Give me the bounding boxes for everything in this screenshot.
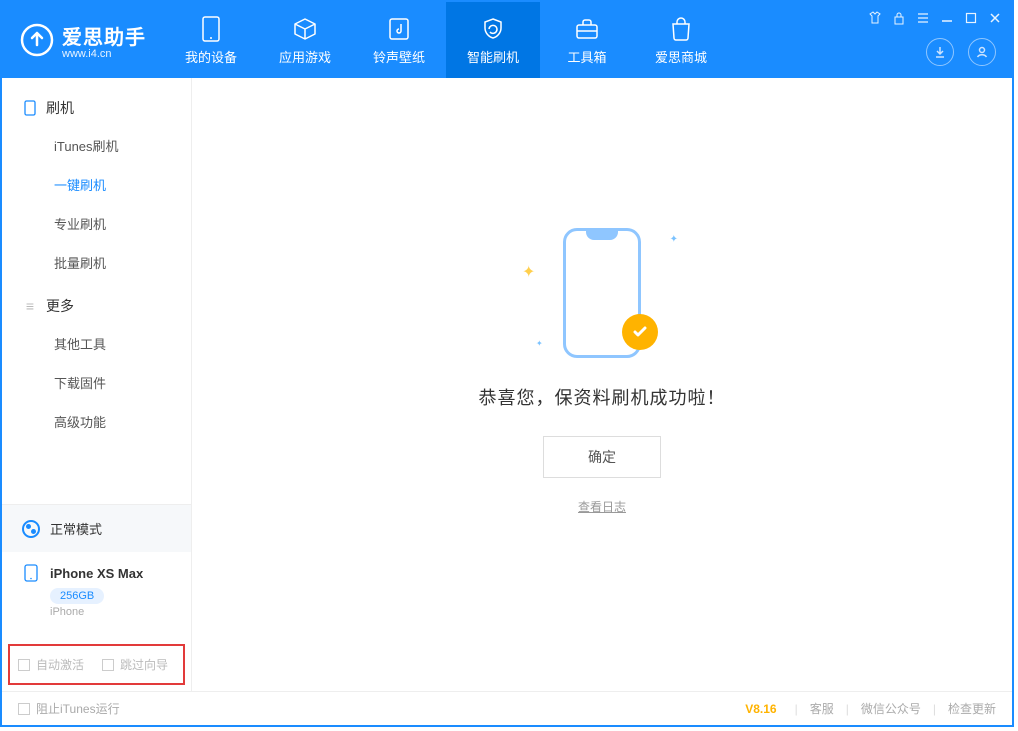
separator: | bbox=[795, 702, 798, 716]
success-text: 恭喜您，保资料刷机成功啦！ bbox=[479, 384, 726, 410]
app-title: 爱思助手 bbox=[62, 21, 146, 50]
tab-label: 爱思商城 bbox=[655, 47, 707, 66]
tab-label: 铃声壁纸 bbox=[373, 47, 425, 66]
tab-my-device[interactable]: 我的设备 bbox=[164, 2, 258, 78]
cube-icon bbox=[293, 15, 317, 43]
device-type: iPhone bbox=[50, 606, 171, 618]
footer-link-support[interactable]: 客服 bbox=[810, 700, 834, 717]
minimize-icon[interactable] bbox=[940, 11, 954, 25]
checkbox-skip-guide[interactable]: 跳过向导 bbox=[102, 656, 168, 673]
checkbox-icon bbox=[18, 659, 30, 671]
header-actions bbox=[926, 38, 996, 66]
header-tabs: 我的设备 应用游戏 铃声壁纸 智能刷机 工具箱 爱思商城 bbox=[164, 2, 728, 78]
device-icon bbox=[202, 15, 220, 43]
sparkle-icon: ✦ bbox=[536, 339, 543, 348]
main-content: ✦ ✦ ✦ 恭喜您，保资料刷机成功啦！ 确定 查看日志 bbox=[192, 78, 1012, 691]
tab-store[interactable]: 爱思商城 bbox=[634, 2, 728, 78]
sidebar-bottom: 正常模式 iPhone XS Max 256GB iPhone 自动激活 跳过向… bbox=[2, 504, 191, 691]
sidebar-item-pro-flash[interactable]: 专业刷机 bbox=[2, 204, 191, 243]
device-row[interactable]: iPhone XS Max 256GB iPhone bbox=[2, 552, 191, 628]
header-right bbox=[868, 2, 1012, 78]
music-file-icon bbox=[388, 15, 410, 43]
device-capacity: 256GB bbox=[50, 588, 104, 604]
separator: | bbox=[933, 702, 936, 716]
sidebar-item-download-firmware[interactable]: 下载固件 bbox=[2, 363, 191, 402]
checkbox-label: 自动激活 bbox=[36, 656, 84, 673]
logo-icon bbox=[20, 23, 54, 57]
app-subtitle: www.i4.cn bbox=[62, 48, 146, 60]
user-icon[interactable] bbox=[968, 38, 996, 66]
mode-row[interactable]: 正常模式 bbox=[2, 505, 191, 552]
maximize-icon[interactable] bbox=[964, 11, 978, 25]
checkbox-block-itunes[interactable]: 阻止iTunes运行 bbox=[18, 700, 120, 717]
logo: 爱思助手 www.i4.cn bbox=[2, 2, 164, 78]
sidebar-group-flash: 刷机 bbox=[2, 84, 191, 126]
sidebar-item-other-tools[interactable]: 其他工具 bbox=[2, 324, 191, 363]
toolbox-icon bbox=[575, 15, 599, 43]
app-window: 爱思助手 www.i4.cn 我的设备 应用游戏 铃声壁纸 智能刷机 bbox=[0, 0, 1014, 727]
sparkle-icon: ✦ bbox=[670, 234, 678, 245]
shirt-icon[interactable] bbox=[868, 11, 882, 25]
mode-icon bbox=[22, 520, 40, 538]
sidebar-group-more: ≡ 更多 bbox=[2, 282, 191, 324]
checkbox-label: 跳过向导 bbox=[120, 656, 168, 673]
device-name: iPhone XS Max bbox=[50, 566, 143, 581]
bag-icon bbox=[670, 15, 692, 43]
mode-label: 正常模式 bbox=[50, 519, 102, 538]
body: 刷机 iTunes刷机 一键刷机 专业刷机 批量刷机 ≡ 更多 其他工具 下载固… bbox=[2, 78, 1012, 691]
menu-icon[interactable] bbox=[916, 11, 930, 25]
sidebar-group-title: 更多 bbox=[46, 296, 74, 316]
tab-toolbox[interactable]: 工具箱 bbox=[540, 2, 634, 78]
checkbox-auto-activate[interactable]: 自动激活 bbox=[18, 656, 84, 673]
success-illustration: ✦ ✦ ✦ bbox=[502, 218, 702, 368]
separator: | bbox=[846, 702, 849, 716]
view-log-link[interactable]: 查看日志 bbox=[578, 498, 626, 515]
checkbox-label: 阻止iTunes运行 bbox=[36, 700, 120, 717]
sidebar-item-oneclick-flash[interactable]: 一键刷机 bbox=[2, 165, 191, 204]
sidebar: 刷机 iTunes刷机 一键刷机 专业刷机 批量刷机 ≡ 更多 其他工具 下载固… bbox=[2, 78, 192, 691]
sidebar-group-title: 刷机 bbox=[46, 98, 74, 118]
tab-label: 工具箱 bbox=[567, 47, 606, 66]
sparkle-icon: ✦ bbox=[522, 262, 535, 282]
tab-label: 智能刷机 bbox=[467, 47, 519, 66]
footer-link-wechat[interactable]: 微信公众号 bbox=[861, 700, 921, 717]
tab-apps-games[interactable]: 应用游戏 bbox=[258, 2, 352, 78]
check-badge-icon bbox=[622, 314, 658, 350]
sidebar-item-itunes-flash[interactable]: iTunes刷机 bbox=[2, 126, 191, 165]
footer-link-update[interactable]: 检查更新 bbox=[948, 700, 996, 717]
window-controls bbox=[868, 8, 1002, 28]
device-small-icon bbox=[22, 564, 40, 582]
ok-button[interactable]: 确定 bbox=[543, 436, 661, 478]
lock-icon[interactable] bbox=[892, 11, 906, 25]
header: 爱思助手 www.i4.cn 我的设备 应用游戏 铃声壁纸 智能刷机 bbox=[2, 2, 1012, 78]
tab-label: 应用游戏 bbox=[279, 47, 331, 66]
footer: 阻止iTunes运行 V8.16 | 客服 | 微信公众号 | 检查更新 bbox=[2, 691, 1012, 725]
tab-ringtone-wallpaper[interactable]: 铃声壁纸 bbox=[352, 2, 446, 78]
checkbox-icon bbox=[18, 703, 30, 715]
download-icon[interactable] bbox=[926, 38, 954, 66]
phone-small-icon bbox=[22, 100, 38, 116]
sidebar-item-batch-flash[interactable]: 批量刷机 bbox=[2, 243, 191, 282]
tab-smart-flash[interactable]: 智能刷机 bbox=[446, 2, 540, 78]
close-icon[interactable] bbox=[988, 11, 1002, 25]
sidebar-item-advanced[interactable]: 高级功能 bbox=[2, 402, 191, 441]
highlight-box: 自动激活 跳过向导 bbox=[8, 644, 185, 685]
tab-label: 我的设备 bbox=[185, 47, 237, 66]
checkbox-icon bbox=[102, 659, 114, 671]
version-label: V8.16 bbox=[745, 702, 776, 716]
sidebar-scroll: 刷机 iTunes刷机 一键刷机 专业刷机 批量刷机 ≡ 更多 其他工具 下载固… bbox=[2, 78, 191, 504]
list-icon: ≡ bbox=[22, 298, 38, 314]
shield-sync-icon bbox=[481, 15, 505, 43]
footer-right: V8.16 | 客服 | 微信公众号 | 检查更新 bbox=[745, 700, 996, 717]
